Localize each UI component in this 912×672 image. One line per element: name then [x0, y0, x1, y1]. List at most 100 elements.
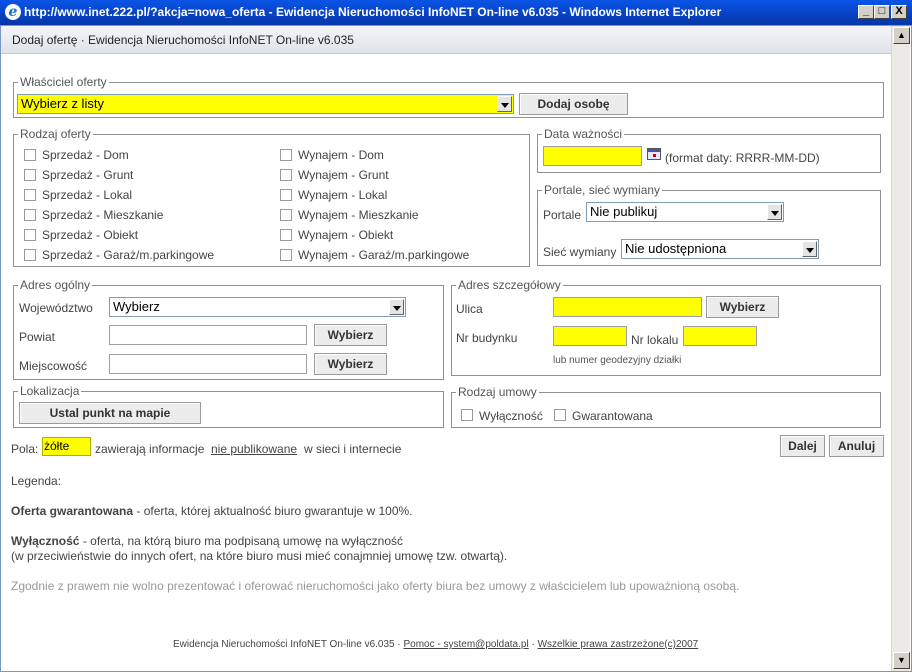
footer: Ewidencja Nieruchomości InfoNET On-line …	[173, 639, 698, 650]
maximize-button[interactable]: □	[874, 5, 890, 19]
validity-date-input[interactable]	[543, 146, 642, 166]
exclusive-term: Wyłączność	[11, 534, 80, 548]
offer-type-label: Sprzedaż - Garaż/m.parkingowe	[42, 248, 215, 262]
scroll-up-arrow-icon[interactable]: ▲	[893, 27, 910, 44]
page-header: Dodaj ofertę · Ewidencja Nieruchomości I…	[1, 26, 891, 54]
exclusive-checkbox[interactable]	[461, 409, 473, 421]
offer-type-checkbox[interactable]	[280, 169, 292, 181]
footer-rights-link[interactable]: Wszelkie prawa zastrzeżone(c)2007	[538, 639, 699, 650]
building-label: Nr budynku	[456, 331, 518, 345]
offer-type-label: Wynajem - Lokal	[298, 188, 388, 202]
unit-label: Nr lokalu	[631, 333, 679, 347]
offer-type-legend: Rodzaj oferty	[18, 127, 93, 141]
fields-note-suffix: w sieci i internecie	[304, 442, 402, 456]
offer-type-label: Sprzedaż - Mieszkanie	[42, 208, 164, 222]
close-button[interactable]: X	[891, 5, 907, 19]
offer-type-checkbox[interactable]	[280, 249, 292, 261]
owner-legend: Właściciel oferty	[18, 75, 109, 89]
yellow-legend-swatch: żółte	[42, 437, 91, 456]
minimize-button[interactable]: _	[858, 5, 874, 19]
location-legend: Lokalizacja	[18, 384, 82, 398]
fields-note-middle: zawierają informacje	[95, 442, 205, 456]
street-label: Ulica	[456, 302, 483, 316]
county-input[interactable]	[109, 325, 307, 345]
portal-select-value: Nie publikuj	[590, 204, 658, 219]
offer-type-label: Sprzedaż - Dom	[42, 148, 129, 162]
chevron-down-icon[interactable]	[497, 96, 512, 112]
footer-help-link[interactable]: Pomoc - system@poldata.pl	[403, 639, 528, 650]
calendar-icon[interactable]	[647, 148, 661, 160]
offer-type-label: Wynajem - Dom	[298, 148, 384, 162]
offer-type-label: Sprzedaż - Obiekt	[42, 228, 139, 242]
portal-label: Portale	[543, 208, 582, 222]
guaranteed-description: - oferta, której aktualność biuro gwaran…	[133, 504, 413, 518]
county-choose-button[interactable]: Wybierz	[314, 324, 387, 346]
validity-legend: Data ważności	[542, 127, 625, 141]
network-select[interactable]: Nie udostępniona	[621, 239, 819, 259]
offer-type-checkbox[interactable]	[24, 169, 36, 181]
offer-type-checkbox[interactable]	[24, 249, 36, 261]
offer-type-checkbox[interactable]	[280, 209, 292, 221]
unit-number-input[interactable]	[683, 326, 757, 346]
date-format-hint: (format daty: RRRR-MM-DD)	[665, 151, 820, 165]
city-label: Miejscowość	[19, 359, 88, 373]
cancel-button[interactable]: Anuluj	[829, 435, 884, 457]
offer-type-label: Sprzedaż - Grunt	[42, 168, 134, 182]
offer-type-checkbox[interactable]	[24, 149, 36, 161]
network-label: Sieć wymiany	[543, 245, 617, 259]
guaranteed-term: Oferta gwarantowana	[11, 504, 134, 518]
offer-type-checkbox[interactable]	[24, 229, 36, 241]
exclusive-description: - oferta, na którą biuro ma podpisaną um…	[79, 534, 403, 548]
law-note: Zgodnie z prawem nie wolno prezentować i…	[11, 579, 740, 593]
vertical-scrollbar[interactable]: ▲ ▼	[891, 26, 910, 671]
street-input[interactable]	[553, 297, 702, 317]
offer-type-checkbox[interactable]	[24, 189, 36, 201]
scroll-down-arrow-icon[interactable]: ▼	[893, 652, 910, 669]
offer-type-checkbox[interactable]	[280, 189, 292, 201]
footer-separator: ·	[531, 639, 535, 650]
building-number-input[interactable]	[553, 326, 627, 346]
next-button[interactable]: Dalej	[780, 435, 825, 457]
exclusive-description-2: (w przeciwieństwie do innych ofert, na k…	[11, 549, 508, 563]
guaranteed-checkbox-label: Gwarantowana	[572, 409, 653, 423]
exclusive-legend-row: Wyłączność - oferta, na którą biuro ma p…	[11, 534, 403, 548]
offer-type-label: Sprzedaż - Lokal	[42, 188, 133, 202]
add-person-button[interactable]: Dodaj osobę	[519, 93, 628, 115]
geodetic-hint: lub numer geodezyjny działki	[553, 355, 682, 366]
guaranteed-legend-row: Oferta gwarantowana - oferta, której akt…	[11, 504, 413, 518]
voivodeship-select[interactable]: Wybierz	[109, 297, 406, 317]
voivodeship-select-value: Wybierz	[113, 299, 160, 314]
chevron-down-icon[interactable]	[389, 299, 404, 315]
not-published-link[interactable]: nie publikowane	[211, 442, 297, 456]
offer-type-label: Wynajem - Obiekt	[298, 228, 394, 242]
offer-type-checkbox[interactable]	[24, 209, 36, 221]
street-choose-button[interactable]: Wybierz	[706, 296, 779, 318]
offer-type-label: Wynajem - Garaż/m.parkingowe	[298, 248, 470, 262]
window-titlebar: e http://www.inet.222.pl/?akcja=nowa_ofe…	[0, 0, 912, 25]
city-choose-button[interactable]: Wybierz	[314, 353, 387, 375]
owner-select-value: Wybierz z listy	[21, 96, 104, 111]
offer-type-label: Wynajem - Mieszkanie	[298, 208, 419, 222]
footer-app-name: Ewidencja Nieruchomości InfoNET On-line …	[173, 639, 401, 650]
offer-type-checkbox[interactable]	[280, 149, 292, 161]
general-address-legend: Adres ogólny	[18, 278, 93, 292]
exclusive-checkbox-label: Wyłączność	[479, 409, 543, 423]
owner-select[interactable]: Wybierz z listy	[17, 94, 514, 114]
page-title: Dodaj ofertę · Ewidencja Nieruchomości I…	[12, 33, 354, 47]
portal-select[interactable]: Nie publikuj	[586, 202, 784, 222]
ie-logo-icon: e	[5, 4, 21, 20]
offer-type-label: Wynajem - Grunt	[298, 168, 389, 182]
city-input[interactable]	[109, 354, 307, 374]
portals-legend: Portale, sieć wymiany	[542, 183, 663, 197]
window-title: http://www.inet.222.pl/?akcja=nowa_ofert…	[24, 5, 722, 19]
fields-note-prefix: Pola:	[11, 442, 39, 456]
offer-type-checkbox[interactable]	[280, 229, 292, 241]
chevron-down-icon[interactable]	[767, 204, 782, 220]
detail-address-legend: Adres szczegółowy	[456, 278, 563, 292]
set-map-point-button[interactable]: Ustal punkt na mapie	[19, 402, 201, 424]
network-select-value: Nie udostępniona	[625, 241, 727, 256]
legend-title: Legenda:	[11, 474, 62, 488]
contract-legend: Rodzaj umowy	[456, 385, 539, 399]
chevron-down-icon[interactable]	[802, 241, 817, 257]
guaranteed-checkbox[interactable]	[554, 409, 566, 421]
